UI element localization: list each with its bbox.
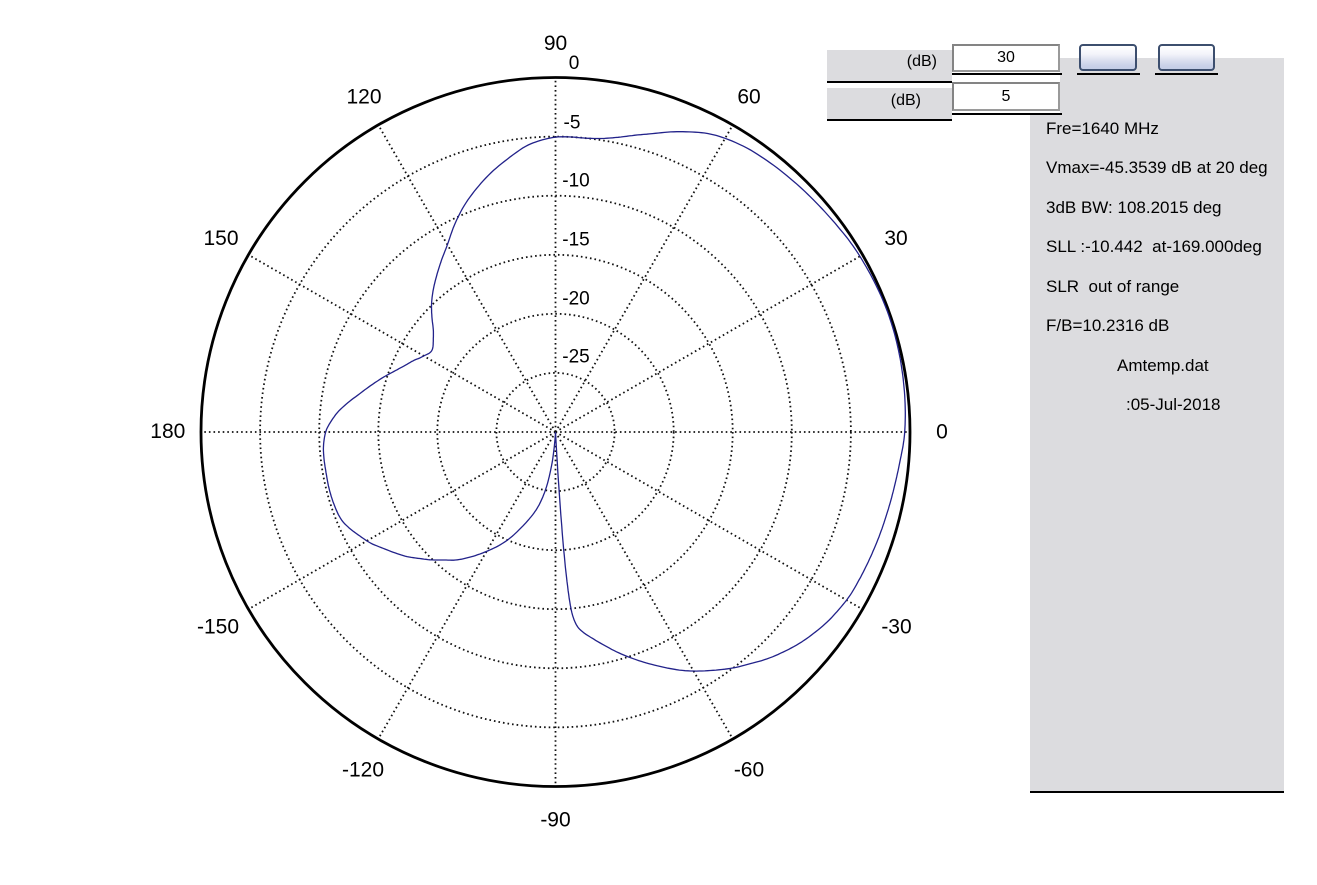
svg-text:90: 90 — [544, 32, 567, 55]
svg-text:60: 60 — [737, 86, 760, 109]
svg-text:120: 120 — [346, 86, 381, 109]
svg-text:-25: -25 — [562, 347, 589, 368]
svg-text:-120: -120 — [342, 759, 384, 782]
svg-text:0: 0 — [569, 53, 580, 74]
svg-text:-60: -60 — [734, 759, 764, 782]
svg-text:-10: -10 — [562, 171, 589, 192]
svg-text:-15: -15 — [562, 230, 589, 251]
svg-text:-20: -20 — [562, 289, 589, 310]
svg-text:-150: -150 — [197, 616, 239, 639]
svg-text:150: 150 — [203, 227, 238, 250]
svg-text:30: 30 — [884, 227, 907, 250]
svg-text:180: 180 — [150, 420, 185, 443]
svg-text:-90: -90 — [540, 809, 570, 832]
svg-text:-30: -30 — [881, 616, 911, 639]
svg-text:0: 0 — [936, 421, 948, 444]
svg-text:-5: -5 — [564, 113, 581, 134]
